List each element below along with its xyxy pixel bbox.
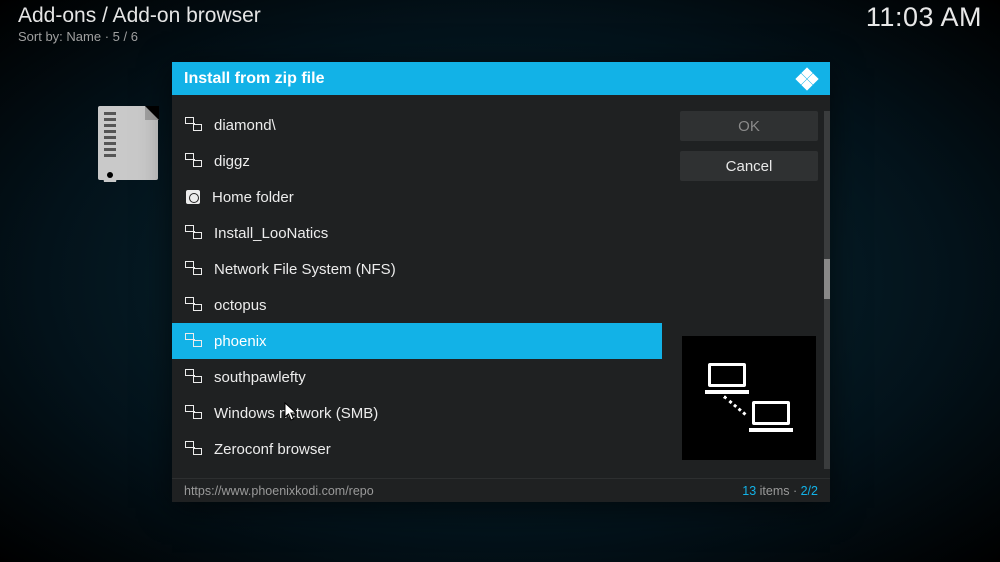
selected-url: https://www.phoenixkodi.com/repo (184, 484, 374, 498)
network-source-icon (186, 155, 202, 167)
item-count: 13 items · 2/2 (742, 484, 818, 498)
cancel-button[interactable]: Cancel (680, 151, 818, 181)
file-label: diggz (214, 153, 250, 170)
file-item-southpawlefty[interactable]: southpawlefty (172, 359, 662, 395)
file-label: phoenix (214, 333, 267, 350)
file-item-nfs[interactable]: Network File System (NFS) (172, 251, 662, 287)
breadcrumb: Add-ons / Add-on browser (18, 4, 261, 28)
file-item-phoenix[interactable]: phoenix (172, 323, 662, 359)
network-source-icon (186, 263, 202, 275)
file-item-home-folder[interactable]: Home folder (172, 179, 662, 215)
dialog-title-bar: Install from zip file (172, 62, 830, 95)
network-source-icon (186, 299, 202, 311)
file-label: southpawlefty (214, 369, 306, 386)
network-computers-icon (708, 363, 790, 433)
file-label: Windows network (SMB) (214, 405, 378, 422)
dialog-title: Install from zip file (184, 70, 324, 88)
home-folder-icon (186, 190, 200, 204)
file-item-smb[interactable]: Windows network (SMB) (172, 395, 662, 431)
dialog-install-from-zip: Install from zip file diamond\ diggz Hom… (172, 62, 830, 502)
sort-line: Sort by: Name · 5 / 6 (18, 29, 261, 44)
network-source-icon (186, 227, 202, 239)
dialog-footer: https://www.phoenixkodi.com/repo 13 item… (172, 478, 830, 502)
source-artwork (682, 336, 816, 460)
file-label: octopus (214, 297, 267, 314)
zip-file-icon (98, 106, 170, 194)
network-source-icon (186, 407, 202, 419)
clock: 11:03 AM (866, 2, 982, 33)
ok-button[interactable]: OK (680, 111, 818, 141)
kodi-logo-icon (796, 68, 818, 90)
network-source-icon (186, 335, 202, 347)
file-item-diamond[interactable]: diamond\ (172, 107, 662, 143)
file-label: diamond\ (214, 117, 276, 134)
file-list[interactable]: diamond\ diggz Home folder Install_LooNa… (172, 95, 662, 478)
sort-value: Name (66, 29, 101, 44)
header: Add-ons / Add-on browser Sort by: Name ·… (18, 4, 261, 44)
dialog-side-panel: OK Cancel (662, 95, 830, 478)
network-source-icon (186, 119, 202, 131)
network-source-icon (186, 443, 202, 455)
file-item-octopus[interactable]: octopus (172, 287, 662, 323)
file-label: Zeroconf browser (214, 441, 331, 458)
file-label: Network File System (NFS) (214, 261, 396, 278)
file-item-zeroconf[interactable]: Zeroconf browser (172, 431, 662, 467)
file-item-install-loonatics[interactable]: Install_LooNatics (172, 215, 662, 251)
sort-prefix: Sort by: (18, 29, 66, 44)
file-item-diggz[interactable]: diggz (172, 143, 662, 179)
file-label: Install_LooNatics (214, 225, 328, 242)
network-source-icon (186, 371, 202, 383)
sort-position: · 5 / 6 (101, 29, 138, 44)
file-label: Home folder (212, 189, 294, 206)
